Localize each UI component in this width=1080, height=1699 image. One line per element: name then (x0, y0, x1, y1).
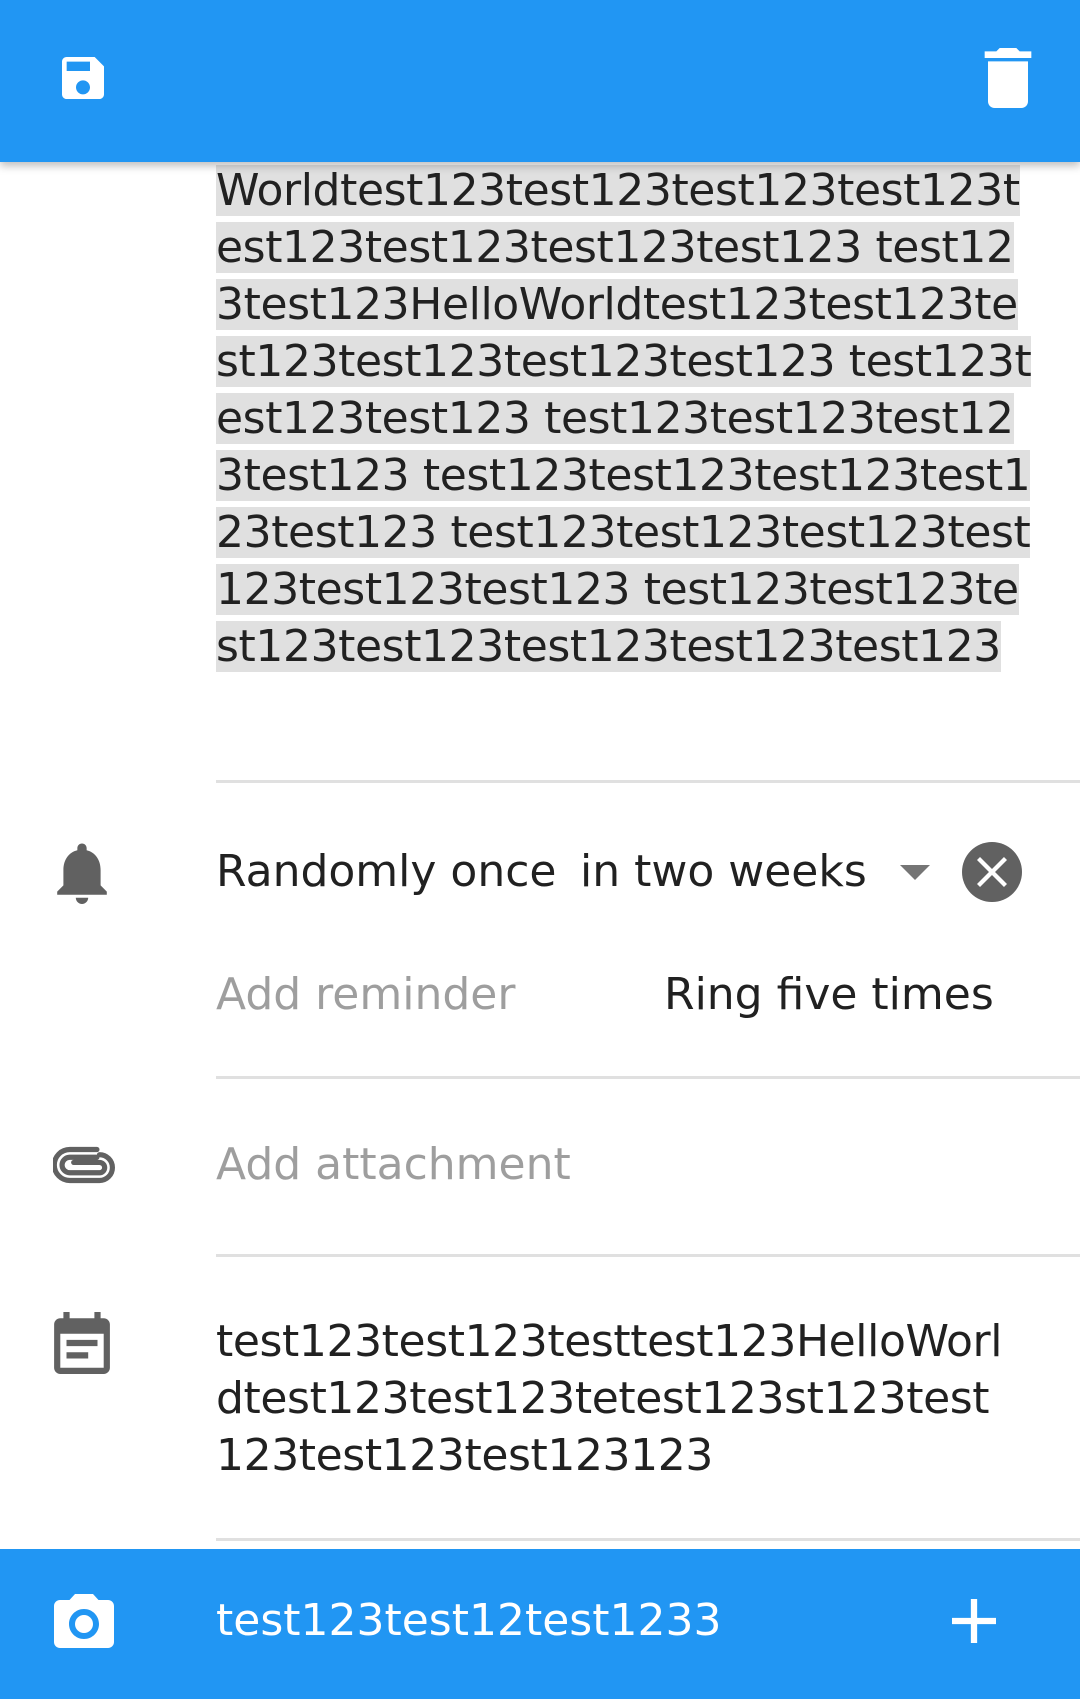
selected-text: Worldtest123test123test123test123test123… (216, 165, 1032, 672)
description-row-icon (52, 1310, 112, 1376)
description-text[interactable]: test123test123testtest123HelloWorldtest1… (216, 1313, 1006, 1484)
delete-icon (984, 48, 1032, 108)
divider (216, 1538, 1080, 1541)
reminder-frequency-dropdown[interactable]: in two weeks (580, 842, 867, 902)
divider (216, 1254, 1080, 1257)
chevron-down-icon[interactable] (900, 865, 930, 880)
add-attachment-button[interactable]: Add attachment (216, 1135, 571, 1195)
clear-reminder-button[interactable] (962, 842, 1022, 902)
bottom-bar: test123test12test1233 (0, 1549, 1080, 1699)
save-button[interactable] (50, 45, 116, 111)
add-reminder-button[interactable]: Add reminder (216, 965, 515, 1025)
paperclip-icon (53, 1146, 115, 1184)
add-button[interactable] (948, 1589, 1000, 1653)
reminder-row-icon (52, 840, 112, 906)
delete-button[interactable] (980, 45, 1036, 111)
divider (216, 1076, 1080, 1079)
bell-icon (57, 843, 107, 904)
event-note-icon (54, 1312, 110, 1374)
camera-icon (54, 1594, 114, 1648)
close-icon (977, 857, 1007, 887)
top-app-bar (0, 0, 1080, 162)
divider (216, 780, 1080, 783)
ring-setting[interactable]: Ring five times (664, 965, 994, 1025)
note-editor-screen: Worldtest123test123test123test123test123… (0, 0, 1080, 1699)
note-body-text[interactable]: Worldtest123test123test123test123test123… (216, 162, 1038, 675)
reminder-label[interactable]: Randomly once (216, 842, 556, 902)
attachment-row-icon (52, 1140, 116, 1190)
note-title[interactable]: test123test12test1233 (216, 1591, 721, 1651)
plus-icon (952, 1599, 996, 1643)
save-icon (62, 57, 104, 99)
camera-button[interactable] (52, 1589, 116, 1653)
